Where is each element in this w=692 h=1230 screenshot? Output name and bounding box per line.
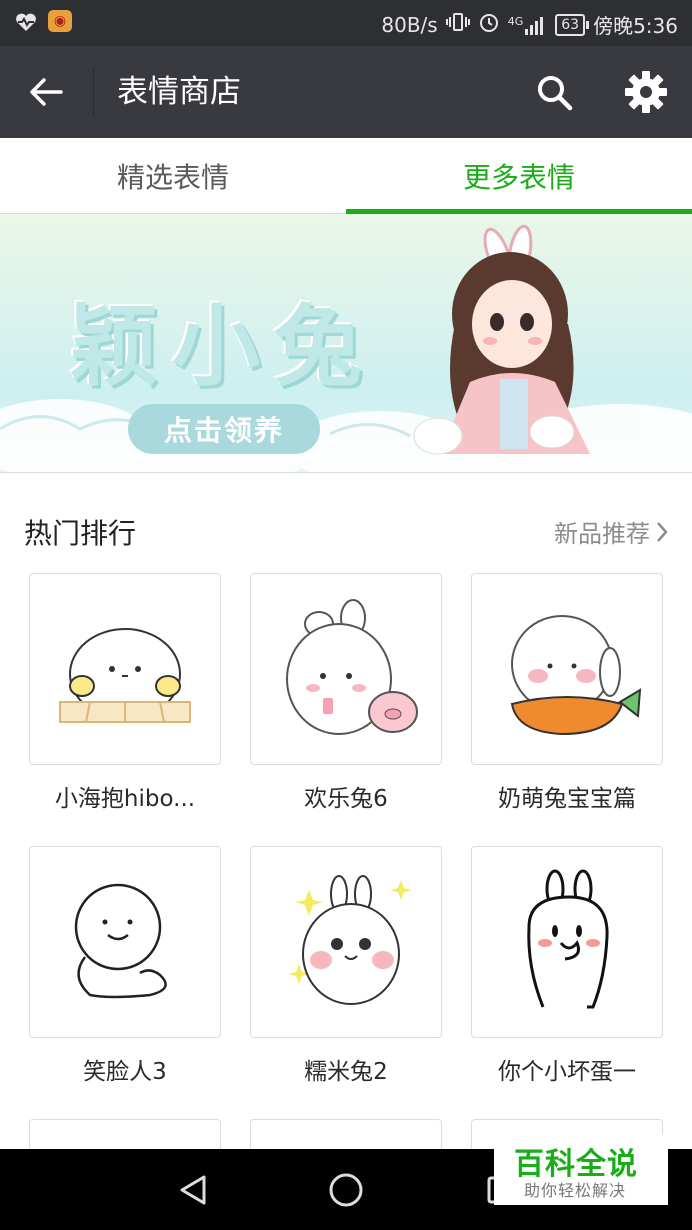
tab-more[interactable]: 更多表情 [346,138,692,214]
banner-cta-button[interactable]: 点击领养 [128,404,320,454]
nav-back-button[interactable] [168,1165,218,1215]
sticker-thumbnail [250,573,442,765]
status-bar: ◉ 80B/s 4G 63 傍晚5:36 [0,0,692,46]
new-arrivals-label: 新品推荐 [554,520,650,548]
banner-headline: 颖小兔 [70,294,377,398]
status-left-icons: ◉ [14,10,72,34]
sticker-name: 小海抱hibo... [54,786,196,812]
heart-rate-icon [14,10,38,34]
sticker-thumbnail [471,573,663,765]
sticker-card[interactable]: 糯米兔2 [250,846,442,1086]
sticker-thumbnail [29,573,221,765]
sticker-name: 欢乐兔6 [304,786,388,812]
clock: 傍晚5:36 [593,14,678,38]
signal-icon: 4G [508,15,548,35]
sticker-card[interactable]: 你个小坏蛋一 [471,846,663,1086]
search-icon [538,76,573,111]
triangle-back-icon [180,1175,206,1205]
sticker-thumbnail [471,846,663,1038]
watermark-logo: 百科全说 助你轻松解决 [494,1135,668,1205]
search-button[interactable] [530,70,578,114]
section-header: 热门排行 新品推荐 [0,496,692,566]
nav-home-button[interactable] [321,1165,371,1215]
sticker-thumbnail [29,846,221,1038]
tab-bar: 精选表情 更多表情 [0,138,692,214]
alarm-icon [478,11,500,38]
battery-icon: 63 [555,13,589,36]
gear-icon [625,71,667,113]
new-arrivals-link[interactable]: 新品推荐 [554,514,668,549]
title-bar: 表情商店 [0,46,692,138]
tab-featured[interactable]: 精选表情 [0,138,346,214]
net-speed: 80B/s [381,12,438,37]
sticker-card[interactable]: 笑脸人3 [29,846,221,1086]
sticker-name: 奶萌兔宝宝篇 [498,786,636,812]
sticker-name: 你个小坏蛋一 [498,1059,636,1085]
page-title: 表情商店 [117,74,241,110]
circle-home-icon [329,1173,363,1207]
title-divider [93,68,94,116]
settings-button[interactable] [620,68,672,116]
vibrate-icon [445,11,470,38]
sticker-card[interactable]: 奶萌兔宝宝篇 [471,573,663,813]
back-button[interactable] [22,70,70,114]
sticker-card[interactable]: 欢乐兔6 [250,573,442,813]
bunny-girl-illustration [413,224,590,455]
chevron-right-icon [657,521,668,542]
weibo-icon: ◉ [48,10,72,32]
section-title: 热门排行 [24,517,137,550]
back-arrow-icon [30,78,63,106]
sticker-thumbnail [250,846,442,1038]
signal-label: 4G [507,14,524,28]
sticker-name: 笑脸人3 [83,1059,167,1085]
status-right: 80B/s 4G 63 傍晚5:36 [381,10,678,39]
sticker-card[interactable]: 小海抱hibo... [29,573,221,813]
sticker-name: 糯米兔2 [304,1059,388,1085]
watermark-subtitle: 助你轻松解决 [524,1181,627,1200]
promo-banner[interactable]: 颖小兔 点击领养 [0,214,692,473]
